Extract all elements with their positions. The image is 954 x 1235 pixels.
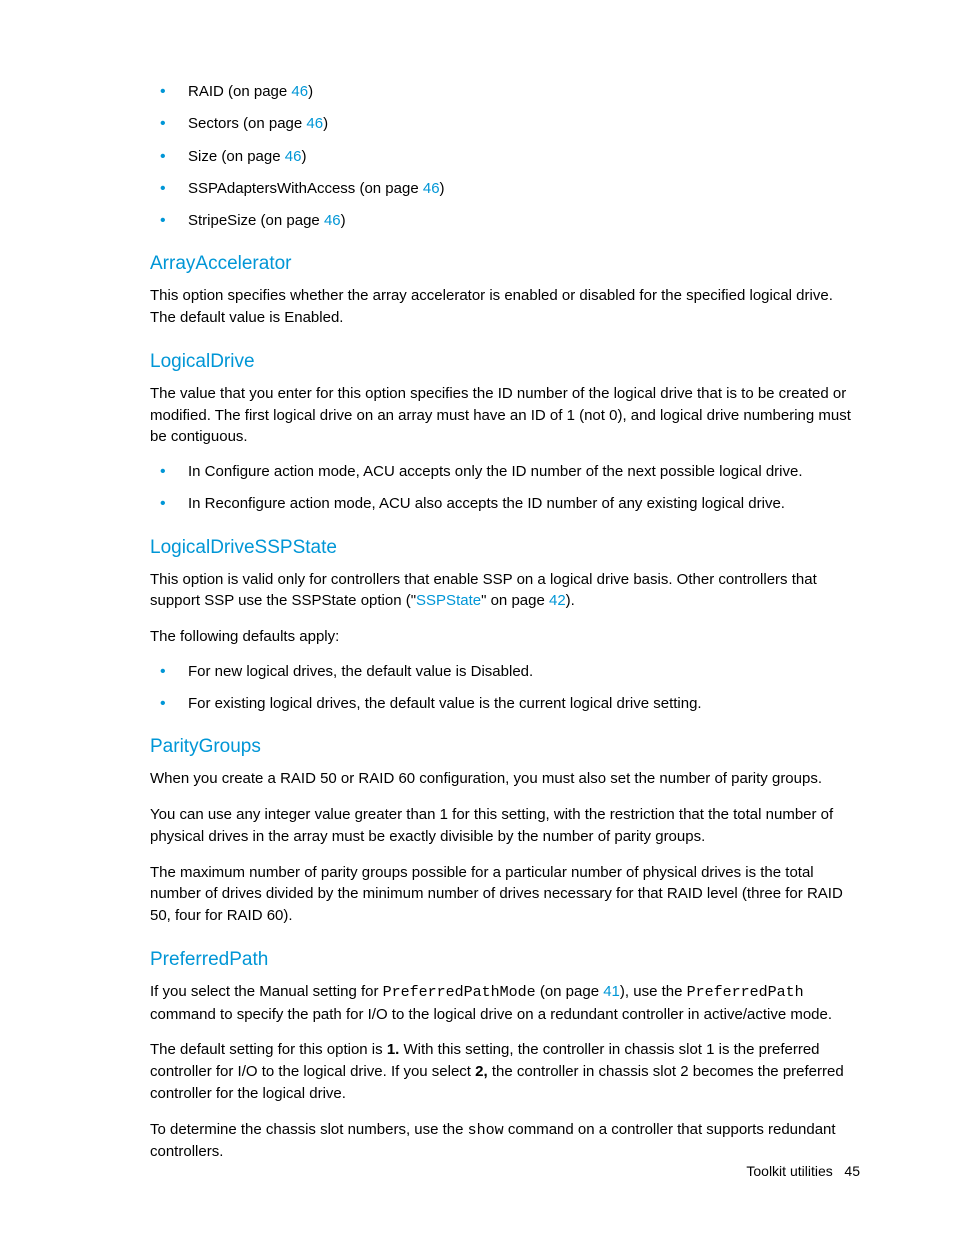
paragraph: If you select the Manual setting for Pre…	[150, 981, 860, 1026]
heading-paritygroups: ParityGroups	[150, 736, 860, 758]
page-link[interactable]: 46	[291, 83, 308, 100]
list-item: RAID (on page 46)	[150, 82, 860, 102]
list-item-onpage: (on page	[217, 148, 285, 165]
list-item: In Reconfigure action mode, ACU also acc…	[150, 494, 860, 514]
sspstate-bullets: For new logical drives, the default valu…	[150, 662, 860, 715]
list-item-onpage: (on page	[224, 83, 292, 100]
list-item-label: Sectors	[188, 115, 239, 132]
heading-preferredpath: PreferredPath	[150, 949, 860, 971]
list-item: StripeSize (on page 46)	[150, 211, 860, 231]
list-item: For new logical drives, the default valu…	[150, 662, 860, 682]
list-item-close: )	[341, 212, 346, 229]
list-item-label: SSPAdaptersWithAccess	[188, 180, 355, 197]
list-item-onpage: (on page	[239, 115, 307, 132]
paragraph: The default setting for this option is 1…	[150, 1039, 860, 1104]
paragraph: The following defaults apply:	[150, 626, 860, 648]
text-fragment: ).	[566, 592, 575, 609]
footer-page-number: 45	[844, 1163, 860, 1179]
text-fragment: The default setting for this option is	[150, 1041, 387, 1058]
text-fragment: If you select the Manual setting for	[150, 983, 383, 1000]
page-link[interactable]: 41	[603, 983, 620, 1000]
document-page: RAID (on page 46) Sectors (on page 46) S…	[0, 0, 954, 1235]
paragraph: This option specifies whether the array …	[150, 285, 860, 329]
page-link[interactable]: 46	[324, 212, 341, 229]
list-item-close: )	[308, 83, 313, 100]
logicaldrive-bullets: In Configure action mode, ACU accepts on…	[150, 462, 860, 515]
footer-label: Toolkit utilities	[746, 1163, 832, 1179]
list-item-onpage: (on page	[355, 180, 423, 197]
paragraph: To determine the chassis slot numbers, u…	[150, 1119, 860, 1164]
page-link[interactable]: 46	[285, 148, 302, 165]
text-fragment: To determine the chassis slot numbers, u…	[150, 1121, 468, 1138]
bold-two: 2,	[475, 1063, 488, 1080]
list-item: Sectors (on page 46)	[150, 114, 860, 134]
code-preferredpath: PreferredPath	[687, 984, 804, 1001]
paragraph: The value that you enter for this option…	[150, 383, 860, 448]
top-reference-list: RAID (on page 46) Sectors (on page 46) S…	[150, 82, 860, 231]
list-item-close: )	[301, 148, 306, 165]
page-footer: Toolkit utilities 45	[746, 1163, 860, 1179]
paragraph: When you create a RAID 50 or RAID 60 con…	[150, 768, 860, 790]
list-item-close: )	[323, 115, 328, 132]
page-link[interactable]: 42	[549, 592, 566, 609]
list-item: For existing logical drives, the default…	[150, 694, 860, 714]
paragraph: This option is valid only for controller…	[150, 569, 860, 613]
list-item-onpage: (on page	[256, 212, 324, 229]
bold-one: 1.	[387, 1041, 400, 1058]
heading-logicaldrivesspstate: LogicalDriveSSPState	[150, 537, 860, 559]
page-link[interactable]: 46	[306, 115, 323, 132]
code-preferredpathmode: PreferredPathMode	[383, 984, 536, 1001]
paragraph: The maximum number of parity groups poss…	[150, 862, 860, 927]
list-item: In Configure action mode, ACU accepts on…	[150, 462, 860, 482]
text-fragment: ), use the	[620, 983, 687, 1000]
paragraph: You can use any integer value greater th…	[150, 804, 860, 848]
heading-arrayaccelerator: ArrayAccelerator	[150, 253, 860, 275]
list-item: SSPAdaptersWithAccess (on page 46)	[150, 179, 860, 199]
text-fragment: " on page	[481, 592, 549, 609]
list-item-label: RAID	[188, 83, 224, 100]
code-show: show	[468, 1122, 504, 1139]
text-fragment: (on page	[536, 983, 604, 1000]
list-item: Size (on page 46)	[150, 147, 860, 167]
list-item-label: Size	[188, 148, 217, 165]
page-link[interactable]: 46	[423, 180, 440, 197]
heading-logicaldrive: LogicalDrive	[150, 351, 860, 373]
list-item-label: StripeSize	[188, 212, 256, 229]
text-fragment: command to specify the path for I/O to t…	[150, 1006, 832, 1023]
list-item-close: )	[440, 180, 445, 197]
sspstate-link[interactable]: SSPState	[416, 592, 481, 609]
